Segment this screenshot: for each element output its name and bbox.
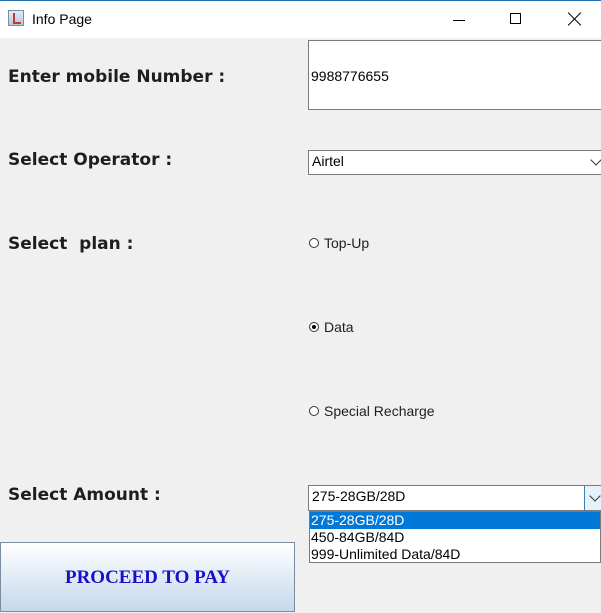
radio-button[interactable]	[309, 322, 319, 332]
radio-button[interactable]	[309, 406, 319, 416]
amount-value: 275-28GB/28D	[312, 488, 406, 504]
amount-option[interactable]: 450-84GB/84D	[310, 529, 600, 546]
amount-option[interactable]: 999-Unlimited Data/84D	[310, 546, 600, 563]
radio-label: Top-Up	[324, 235, 370, 251]
minimize-icon	[453, 20, 465, 21]
operator-value: Airtel	[312, 153, 344, 169]
plan-label: Select plan :	[8, 234, 134, 254]
title-bar: Info Page	[0, 0, 601, 38]
operator-label: Select Operator :	[8, 150, 173, 170]
amount-dropdown-list: 275-28GB/28D 450-84GB/84D 999-Unlimited …	[309, 511, 601, 563]
proceed-to-pay-button[interactable]: PROCEED TO PAY	[0, 542, 295, 612]
mobile-number-value: 9988776655	[311, 68, 389, 84]
maximize-button[interactable]	[493, 1, 539, 38]
mobile-number-label: Enter mobile Number :	[8, 67, 226, 87]
close-button[interactable]	[552, 1, 598, 38]
amount-label: Select Amount :	[8, 485, 161, 505]
radio-label: Data	[324, 319, 354, 335]
java-app-icon	[8, 10, 24, 26]
amount-select[interactable]: 275-28GB/28D	[308, 485, 601, 511]
radio-button[interactable]	[309, 238, 319, 248]
proceed-button-label: PROCEED TO PAY	[64, 567, 231, 588]
operator-select[interactable]: Airtel	[308, 150, 601, 175]
close-icon	[568, 12, 582, 26]
maximize-icon	[510, 13, 521, 24]
amount-option[interactable]: 275-28GB/28D	[310, 512, 600, 529]
chevron-down-icon	[590, 154, 601, 166]
amount-dropdown-button[interactable]	[584, 486, 601, 510]
radio-label: Special Recharge	[324, 403, 435, 419]
window-title: Info Page	[32, 11, 92, 27]
chevron-down-icon	[589, 490, 601, 502]
minimize-button[interactable]	[436, 1, 482, 38]
mobile-number-field[interactable]: 9988776655	[308, 40, 601, 110]
